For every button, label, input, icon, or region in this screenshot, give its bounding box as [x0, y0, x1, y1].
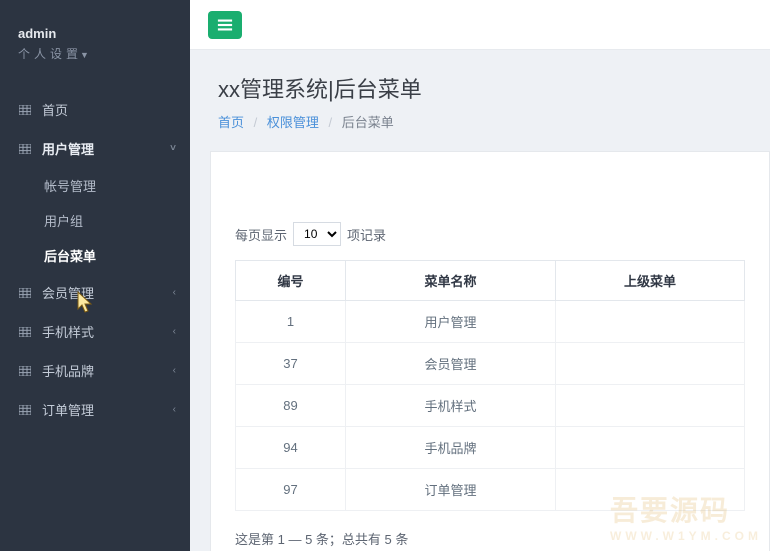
- table-body: 1用户管理37会员管理89手机样式94手机品牌97订单管理: [236, 301, 745, 511]
- sidebar-username: admin: [18, 26, 176, 41]
- sidebar-item-1[interactable]: 用户管理 ˅: [0, 129, 190, 168]
- table-info: 这是第 1 — 5 条；总共有 5 条: [235, 529, 745, 548]
- table-row[interactable]: 1用户管理: [236, 301, 745, 343]
- sidebar-item-label: 订单管理: [42, 400, 94, 419]
- cell-id: 89: [236, 385, 346, 427]
- sidebar-settings-label: 个人设置: [18, 47, 82, 61]
- table-row[interactable]: 37会员管理: [236, 343, 745, 385]
- sidebar-subitem-1-2[interactable]: 后台菜单: [0, 238, 190, 273]
- page-length-select[interactable]: 10: [293, 222, 341, 246]
- cell-parent: [556, 343, 745, 385]
- cell-id: 94: [236, 427, 346, 469]
- sidebar-item-label: 用户管理: [42, 139, 94, 158]
- sidebar-nav: 首页用户管理 ˅ 帐号管理用户组后台菜单会员管理 ‹ 手机样式 ‹ 手机品牌 ‹ 订单管理 ‹: [0, 90, 190, 429]
- chevron-left-icon: ‹: [173, 287, 176, 298]
- chevron-down-icon: ˅: [170, 143, 176, 154]
- breadcrumb-sep: /: [254, 115, 258, 130]
- cell-id: 37: [236, 343, 346, 385]
- cell-name: 手机样式: [346, 385, 556, 427]
- toggle-sidebar-button[interactable]: [208, 11, 242, 39]
- breadcrumb: 首页 / 权限管理 / 后台菜单: [218, 112, 742, 131]
- sidebar-settings-link[interactable]: 个人设置▼: [18, 45, 176, 62]
- grid-icon: [18, 105, 32, 115]
- app-root: admin 个人设置▼ 首页用户管理˅帐号管理用户组后台菜单会员管理‹手机样式‹…: [0, 0, 770, 551]
- sidebar: admin 个人设置▼ 首页用户管理 ˅ 帐号管理用户组后台菜单会员管理 ‹ 手机样式 ‹…: [0, 0, 190, 551]
- grid-icon: [18, 288, 32, 298]
- cell-parent: [556, 427, 745, 469]
- col-id-header[interactable]: 编号: [236, 261, 346, 301]
- main: xx管理系统|后台菜单 首页 / 权限管理 / 后台菜单 每页显示 10: [190, 0, 770, 551]
- page-title: xx管理系统|后台菜单: [218, 72, 742, 104]
- cell-id: 97: [236, 469, 346, 511]
- sidebar-subitem-1-1[interactable]: 用户组: [0, 203, 190, 238]
- cell-name: 订单管理: [346, 469, 556, 511]
- table-icon: [19, 327, 31, 337]
- sidebar-item-label: 首页: [42, 100, 68, 119]
- table-icon: [19, 105, 31, 115]
- breadcrumb-sep: /: [329, 115, 333, 130]
- table-icon: [19, 144, 31, 154]
- cell-id: 1: [236, 301, 346, 343]
- chevron-left-icon: ‹: [173, 404, 176, 415]
- chevron-left-icon: ‹: [173, 326, 176, 337]
- hamburger-icon: [217, 18, 233, 32]
- sidebar-item-2[interactable]: 会员管理 ‹: [0, 273, 190, 312]
- table-icon: [19, 288, 31, 298]
- sidebar-header: admin 个人设置▼: [0, 0, 190, 72]
- breadcrumb-mid[interactable]: 权限管理: [267, 115, 319, 130]
- content: 每页显示 10 项记录 编号 菜单名称 上级菜单: [210, 151, 770, 551]
- page-length-control: 每页显示 10 项记录: [235, 222, 745, 246]
- topbar: [190, 0, 770, 50]
- col-name-header[interactable]: 菜单名称: [346, 261, 556, 301]
- grid-icon: [18, 366, 32, 376]
- table-row[interactable]: 97订单管理: [236, 469, 745, 511]
- sidebar-item-label: 会员管理: [42, 283, 94, 302]
- caret-down-icon: ▼: [80, 50, 89, 60]
- grid-icon: [18, 144, 32, 154]
- sidebar-item-0[interactable]: 首页: [0, 90, 190, 129]
- cell-parent: [556, 469, 745, 511]
- panel-body: 每页显示 10 项记录 编号 菜单名称 上级菜单: [211, 208, 769, 551]
- panel: 每页显示 10 项记录 编号 菜单名称 上级菜单: [210, 151, 770, 551]
- cell-parent: [556, 385, 745, 427]
- menu-table: 编号 菜单名称 上级菜单 1用户管理37会员管理89手机样式94手机品牌97订单…: [235, 260, 745, 511]
- grid-icon: [18, 405, 32, 415]
- table-icon: [19, 366, 31, 376]
- sidebar-item-5[interactable]: 订单管理 ‹: [0, 390, 190, 429]
- breadcrumb-home[interactable]: 首页: [218, 115, 244, 130]
- sidebar-item-label: 手机样式: [42, 322, 94, 341]
- chevron-left-icon: ‹: [173, 365, 176, 376]
- col-parent-header[interactable]: 上级菜单: [556, 261, 745, 301]
- cell-name: 手机品牌: [346, 427, 556, 469]
- sidebar-subitem-1-0[interactable]: 帐号管理: [0, 168, 190, 203]
- sidebar-item-3[interactable]: 手机样式 ‹: [0, 312, 190, 351]
- cell-parent: [556, 301, 745, 343]
- sidebar-subitems-1: 帐号管理用户组后台菜单: [0, 168, 190, 273]
- len-suffix: 项记录: [347, 225, 386, 244]
- table-header-row: 编号 菜单名称 上级菜单: [236, 261, 745, 301]
- breadcrumb-current: 后台菜单: [342, 115, 394, 130]
- table-row[interactable]: 94手机品牌: [236, 427, 745, 469]
- cell-name: 会员管理: [346, 343, 556, 385]
- panel-toolbar-empty: [211, 152, 769, 208]
- grid-icon: [18, 327, 32, 337]
- cell-name: 用户管理: [346, 301, 556, 343]
- len-prefix: 每页显示: [235, 225, 287, 244]
- sidebar-item-4[interactable]: 手机品牌 ‹: [0, 351, 190, 390]
- page-header: xx管理系统|后台菜单 首页 / 权限管理 / 后台菜单: [190, 50, 770, 141]
- sidebar-item-label: 手机品牌: [42, 361, 94, 380]
- table-row[interactable]: 89手机样式: [236, 385, 745, 427]
- table-icon: [19, 405, 31, 415]
